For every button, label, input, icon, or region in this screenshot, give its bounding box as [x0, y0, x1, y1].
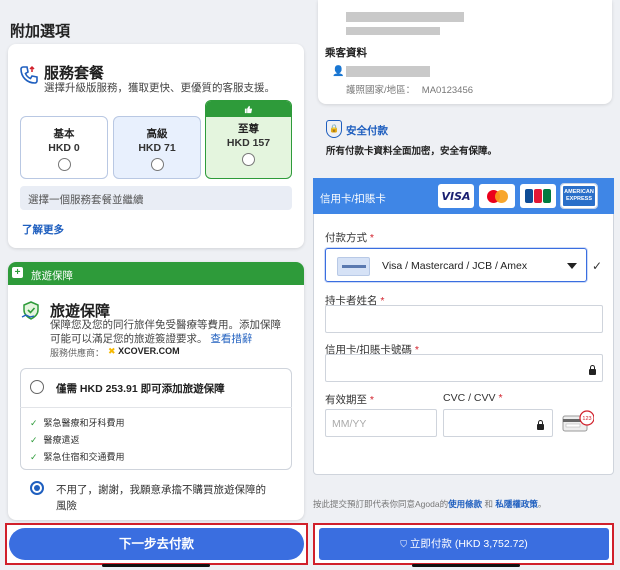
lock-icon — [537, 420, 544, 430]
benefit-item: ✓ 緊急住宿和交通費用 — [30, 450, 125, 463]
card-number-input[interactable] — [325, 354, 603, 382]
secure-payment-title: 安全付款 — [346, 125, 388, 137]
passenger-details-title: 乘客資料 — [325, 47, 367, 59]
cardholder-name-input[interactable] — [325, 305, 603, 333]
passport-number: MA0123456 — [421, 85, 474, 96]
visa-logo: VISA — [438, 184, 474, 208]
add-insurance-radio[interactable] — [30, 380, 44, 394]
add-insurance-label: 僅需 HKD 253.91 即可添加旅遊保障 — [56, 383, 225, 395]
learn-more-link[interactable]: 了解更多 — [22, 222, 64, 237]
shield-hand-icon — [21, 301, 39, 320]
tier-premium[interactable]: 高級 HKD 71 — [113, 116, 201, 179]
tier-name: 高級 — [146, 128, 168, 140]
travel-insurance-header-label: 旅遊保障 — [31, 270, 73, 282]
decline-insurance-label[interactable]: 不用了，謝謝，我願意承擔不購買旅遊保障的風險 — [56, 482, 276, 514]
benefit-text: 緊急醫療和牙科費用 — [43, 418, 125, 428]
shield-icon: ⛉ — [400, 539, 407, 549]
description-line-1: 保障您及您的同行旅伴免受醫療等費用。添加保障 — [50, 319, 281, 331]
tier-basic[interactable]: 基本 HKD 0 — [20, 116, 108, 179]
redacted-name — [346, 66, 430, 77]
divider — [20, 407, 292, 408]
check-icon: ✓ — [30, 435, 38, 445]
secure-payment-description: 所有付款卡資料全面加密，安全有保障。 — [326, 146, 498, 157]
user-icon: 👤 — [332, 66, 345, 77]
credit-card-icon — [337, 257, 370, 276]
decline-insurance-radio[interactable] — [30, 481, 44, 495]
terms-of-use-link[interactable]: 使用條款 — [448, 499, 482, 509]
tier-name: 至尊 — [238, 123, 259, 135]
expiry-label: 有效期至 * — [325, 394, 375, 406]
cvc-card-icon: 123 — [562, 410, 594, 432]
home-indicator — [102, 564, 210, 567]
tier-radio[interactable] — [57, 158, 71, 171]
benefit-item: ✓ 醫療遣返 — [30, 433, 80, 446]
payment-method-label: 付款方式 * — [325, 232, 375, 244]
redacted-text — [346, 12, 464, 22]
tier-price: HKD 71 — [138, 142, 176, 154]
next-to-payment-button[interactable]: 下一步去付款 — [9, 528, 304, 560]
benefit-text: 醫療遣返 — [43, 435, 80, 445]
benefit-text: 緊急住宿和交通費用 — [43, 452, 125, 462]
payment-method-value: Visa / Mastercard / JCB / Amex — [382, 260, 528, 272]
terms-notice: 按此提交預訂即代表你同意Agoda的使用條款 和 私隱權政策。 — [313, 499, 547, 509]
check-icon: ✓ — [30, 418, 38, 428]
description-line-2: 可能可以滿足您的旅遊簽證要求。 — [50, 333, 208, 345]
provider-name: XCOVER.COM — [118, 346, 180, 356]
tier-radio[interactable] — [150, 158, 164, 171]
section-title: 附加選項 — [10, 23, 71, 40]
cvc-label: CVC / CVV * — [443, 392, 503, 404]
lock-shield-icon: 🔒 — [326, 120, 342, 138]
tier-price: HKD 0 — [48, 142, 80, 154]
svg-text:123: 123 — [582, 416, 591, 422]
home-indicator — [412, 564, 520, 567]
tier-radio[interactable] — [242, 153, 255, 166]
amex-logo: AMERICAN EXPRESS — [560, 183, 598, 209]
benefit-item: ✓ 緊急醫療和牙科費用 — [30, 416, 125, 429]
mastercard-logo — [479, 184, 515, 208]
phone-support-icon — [20, 65, 38, 84]
checkmark-icon: ✓ — [592, 259, 603, 273]
lock-icon — [589, 365, 596, 375]
tier-supreme[interactable]: 至尊 HKD 157 — [205, 100, 292, 179]
nationality-label: 護照國家/地區： — [346, 85, 416, 96]
passport-info: 護照國家/地區： MA0123456 — [346, 82, 473, 96]
pay-now-label: 立即付款 (HKD 3,752.72) — [409, 538, 528, 550]
privacy-policy-link[interactable]: 私隱權政策 — [495, 499, 538, 509]
tier-price: HKD 157 — [226, 137, 271, 149]
redacted-text — [346, 27, 440, 35]
caret-down-icon[interactable] — [567, 263, 577, 269]
plus-icon: + — [12, 267, 23, 278]
cvc-input[interactable] — [443, 409, 553, 437]
expiry-placeholder: MM/YY — [332, 418, 367, 430]
check-icon: ✓ — [30, 452, 38, 462]
provider-label: 服務供應商： — [50, 348, 105, 358]
thumbs-up-icon — [244, 105, 253, 113]
jcb-logo — [520, 184, 556, 208]
travel-insurance-description: 保障您及您的同行旅伴免受醫療等費用。添加保障 可能可以滿足您的旅遊簽證要求。 查… — [50, 318, 300, 346]
provider-logo: ✖ XCOVER.COM — [108, 346, 180, 356]
service-package-description: 選擇升級版服務，獲取更快、更優質的客服支援。 — [44, 82, 275, 94]
pay-now-button[interactable]: ⛉ 立即付款 (HKD 3,752.72) — [319, 528, 609, 560]
view-wording-link[interactable]: 查看措辭 — [210, 333, 252, 345]
card-payment-header-label: 信用卡/扣賬卡 — [320, 193, 386, 205]
select-package-hint: 選擇一個服務套餐並繼續 — [20, 186, 292, 210]
tier-name: 基本 — [53, 128, 75, 140]
recommended-banner — [206, 101, 291, 117]
